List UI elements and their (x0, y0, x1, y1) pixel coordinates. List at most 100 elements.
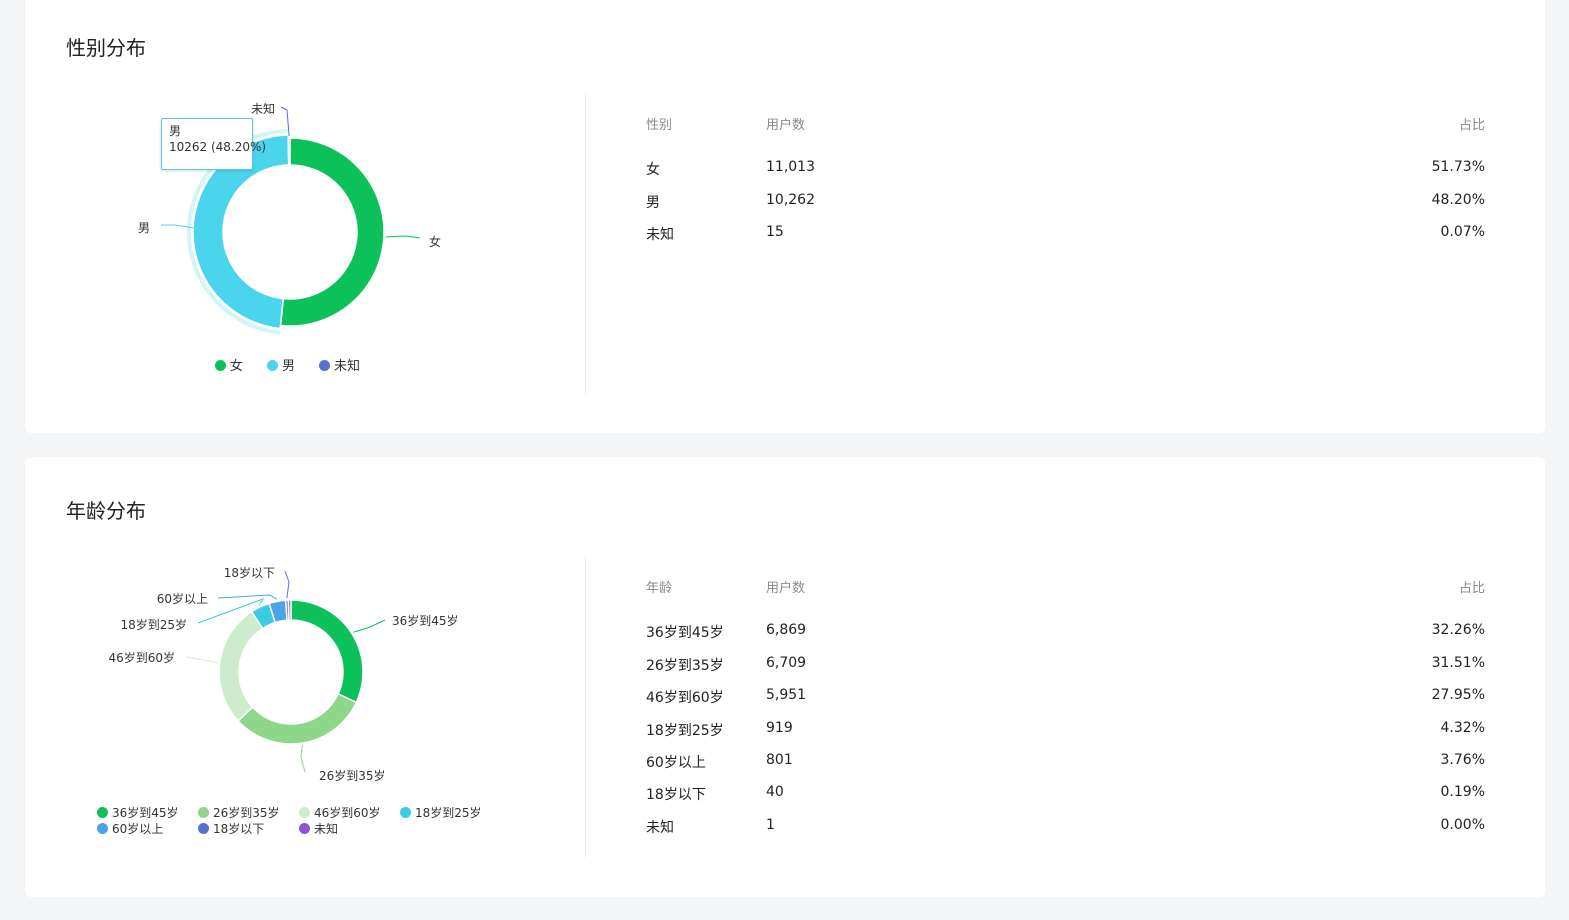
table-row: 未知 1 0.00% (646, 817, 1485, 839)
legend-label: 18岁到25岁 (415, 806, 482, 820)
row-count: 15 (766, 224, 784, 240)
legend-dot (400, 807, 411, 818)
row-pct: 0.07% (1440, 224, 1485, 240)
table-row: 60岁以上 801 3.76% (646, 752, 1485, 774)
row-label: 18岁以下 (646, 787, 706, 803)
legend-label: 未知 (314, 822, 339, 836)
row-label: 未知 (646, 820, 674, 836)
header-user-count: 用户数 (766, 118, 806, 133)
slice-label: 未知 (251, 102, 275, 116)
legend-dot (319, 360, 330, 371)
donut-slice-0[interactable] (279, 137, 385, 327)
legend-label: 36岁到45岁 (112, 806, 179, 820)
header-user-count: 用户数 (766, 581, 806, 596)
row-count: 801 (766, 752, 793, 768)
row-pct: 31.51% (1431, 655, 1485, 671)
row-count: 6,709 (766, 655, 807, 671)
age-card: 年龄分布 36岁到45岁 26岁到35岁 46岁到60岁 18岁到25岁 60岁以上 18… (25, 457, 1545, 897)
slice-label: 18岁以下 (224, 565, 275, 580)
table-header: 年龄 用户数 占比 (646, 577, 1485, 597)
legend-dot (97, 807, 108, 818)
row-count: 40 (766, 784, 784, 800)
section-divider (585, 557, 586, 857)
table-row: 未知 15 0.07% (646, 224, 1485, 246)
legend-item[interactable]: 未知 (319, 355, 360, 374)
row-pct: 0.19% (1440, 784, 1485, 800)
legend-item[interactable]: 60岁以上 (97, 820, 163, 837)
section-divider (585, 94, 586, 394)
row-count: 919 (766, 720, 793, 736)
legend-dot (267, 360, 278, 371)
row-pct: 4.32% (1440, 720, 1485, 736)
legend-label: 18岁以下 (213, 822, 265, 836)
table-header: 性别 用户数 占比 (646, 114, 1485, 134)
header-age: 年龄 (646, 581, 673, 596)
legend-label: 男 (282, 359, 296, 374)
label-leader-line (353, 619, 386, 633)
donut-slice-1[interactable] (237, 692, 358, 745)
row-count: 10,262 (766, 192, 815, 208)
gender-card: 性别分布 女男未知 男 10262 (48.20%) 女男未知 性别 用户数 占… (25, 0, 1545, 433)
legend-label: 60岁以上 (112, 822, 164, 836)
age-legend: 36岁到45岁 26岁到35岁 46岁到60岁 18岁到25岁 60岁以上 18岁以下 未知 (97, 804, 517, 840)
row-pct: 48.20% (1431, 192, 1485, 208)
donut-slice-2[interactable] (218, 610, 264, 722)
legend-label: 26岁到35岁 (213, 806, 280, 820)
slice-label: 46岁到60岁 (108, 650, 175, 665)
legend-item[interactable]: 18岁到25岁 (400, 804, 482, 821)
chart-tooltip: 男 10262 (48.20%) (161, 118, 267, 170)
label-leader-line (284, 570, 290, 599)
legend-item[interactable]: 26岁到35岁 (198, 804, 280, 821)
legend-item[interactable]: 女 (215, 355, 243, 374)
row-label: 46岁到60岁 (646, 690, 724, 706)
row-label: 未知 (646, 227, 674, 243)
donut-slice-2[interactable] (287, 137, 291, 166)
row-pct: 3.76% (1440, 752, 1485, 768)
legend-item[interactable]: 36岁到45岁 (97, 804, 179, 821)
donut-slice-6[interactable] (287, 599, 292, 621)
row-pct: 27.95% (1431, 687, 1485, 703)
slice-label: 18岁到25岁 (120, 617, 187, 632)
row-pct: 32.26% (1431, 622, 1485, 638)
table-row: 男 10,262 48.20% (646, 192, 1485, 214)
slice-label: 男 (138, 221, 150, 235)
row-label: 26岁到35岁 (646, 658, 724, 674)
slice-label: 女 (429, 234, 441, 249)
row-label: 女 (646, 162, 660, 178)
legend-dot (198, 823, 209, 834)
slice-label: 26岁到35岁 (319, 768, 386, 783)
tooltip-name: 男 (169, 124, 182, 138)
legend-item[interactable]: 男 (267, 355, 295, 374)
slice-label: 60岁以上 (157, 591, 208, 606)
header-ratio: 占比 (1458, 581, 1485, 596)
legend-item[interactable]: 未知 (299, 820, 338, 837)
legend-dot (299, 807, 310, 818)
legend-dot (198, 807, 209, 818)
row-count: 6,869 (766, 622, 807, 638)
legend-dot (97, 823, 108, 834)
row-pct: 0.00% (1440, 817, 1485, 833)
row-label: 60岁以上 (646, 755, 706, 771)
row-count: 5,951 (766, 687, 807, 703)
gender-legend: 女 男 未知 (215, 355, 515, 375)
legend-dot (299, 823, 310, 834)
table-row: 46岁到60岁 5,951 27.95% (646, 687, 1485, 709)
legend-label: 未知 (334, 359, 361, 374)
table-row: 女 11,013 51.73% (646, 159, 1485, 181)
legend-item[interactable]: 46岁到60岁 (299, 804, 381, 821)
header-gender: 性别 (646, 118, 673, 133)
header-ratio: 占比 (1458, 118, 1485, 133)
donut-slice-0[interactable] (290, 599, 364, 704)
tooltip-value: 10262 (48.20%) (169, 140, 267, 154)
row-count: 11,013 (766, 159, 815, 175)
label-leader-line (186, 656, 218, 664)
table-row: 18岁到25岁 919 4.32% (646, 720, 1485, 742)
row-label: 36岁到45岁 (646, 625, 724, 641)
label-leader-line (385, 235, 421, 239)
legend-label: 46岁到60岁 (314, 806, 381, 820)
row-count: 1 (766, 817, 775, 833)
row-pct: 51.73% (1431, 159, 1485, 175)
row-label: 男 (646, 195, 660, 211)
legend-item[interactable]: 18岁以下 (198, 820, 264, 837)
label-leader-line (217, 594, 278, 600)
